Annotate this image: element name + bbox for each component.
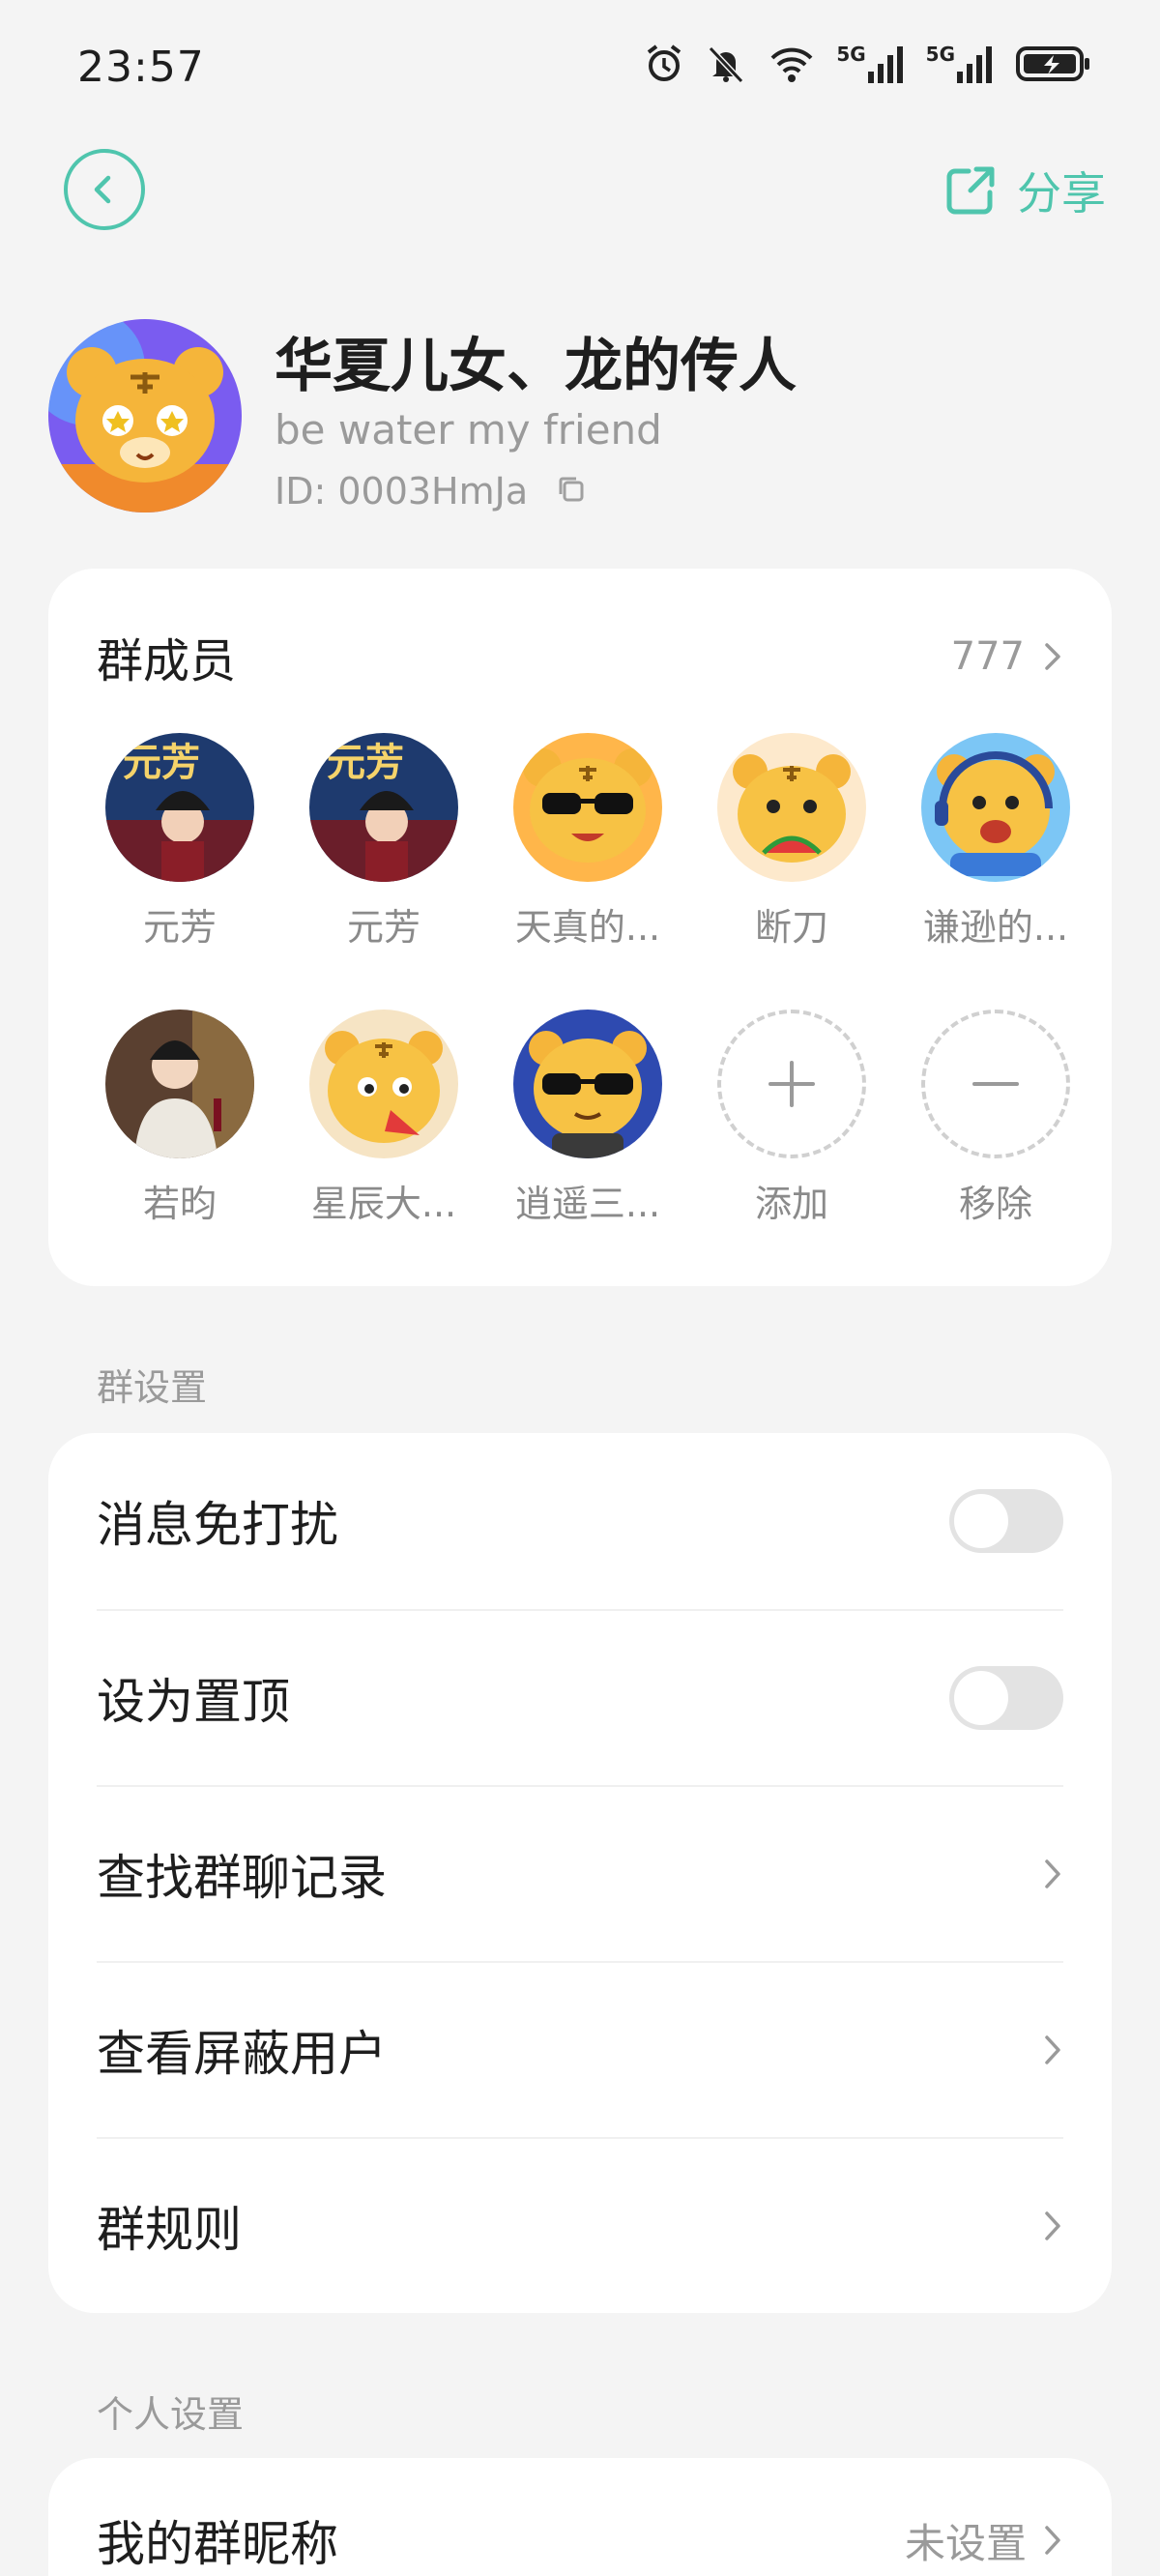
nickname-value: 未设置	[904, 2519, 1027, 2567]
member-name: 逍遥三...	[514, 1183, 661, 1225]
member-name: 断刀	[754, 906, 828, 949]
add-member-label: 添加	[754, 1183, 828, 1225]
member-name: 元芳	[346, 906, 420, 949]
status-time: 23:57	[77, 43, 205, 92]
minus-icon	[972, 1082, 1019, 1086]
member-name: 天真的...	[514, 906, 661, 949]
member-avatar	[513, 733, 662, 882]
group-info-page: 23:57 5G 5G 分享 华夏儿女、龙的传人 be water my fri…	[0, 0, 1160, 2576]
member-item[interactable]: 元芳 元芳	[292, 733, 476, 951]
member-avatar	[513, 1010, 662, 1158]
members-title: 群成员	[97, 634, 237, 688]
remove-member-label: 移除	[958, 1183, 1032, 1225]
mute-toggle[interactable]	[949, 1489, 1063, 1553]
member-avatar	[921, 733, 1070, 882]
personal-settings-card: 我的群昵称 未设置	[48, 2458, 1112, 2576]
group-name: 华夏儿女、龙的传人	[275, 333, 797, 400]
member-item[interactable]: 星辰大...	[292, 1010, 476, 1227]
wifi-icon	[767, 43, 817, 85]
svg-text:元芳: 元芳	[123, 741, 200, 785]
personal-settings-title: 个人设置	[97, 2393, 245, 2436]
pin-row: 设为置顶	[97, 1609, 1063, 1785]
group-rules-row[interactable]: 群规则	[97, 2137, 1063, 2313]
member-name: 元芳	[142, 906, 217, 949]
search-history-label: 查找群聊记录	[97, 1850, 387, 1906]
remove-circle	[921, 1010, 1070, 1158]
member-avatar	[717, 733, 866, 882]
chevron-left-icon	[94, 175, 111, 204]
member-avatar: 元芳	[105, 733, 254, 882]
status-bar: 23:57 5G 5G	[0, 0, 1160, 135]
member-item[interactable]: 谦逊的...	[904, 733, 1088, 951]
member-name: 若昀	[142, 1183, 217, 1225]
group-id-row: ID: 0003HmJa	[275, 470, 588, 512]
toggle-knob	[954, 1671, 1008, 1725]
chevron-right-icon	[1045, 2211, 1060, 2240]
group-settings-title: 群设置	[97, 1366, 208, 1409]
add-circle	[717, 1010, 866, 1158]
member-avatar	[105, 1010, 254, 1158]
chevron-right-icon	[1045, 2035, 1060, 2064]
group-rules-label: 群规则	[97, 2202, 242, 2258]
nickname-row[interactable]: 我的群昵称 未设置	[97, 2458, 1063, 2576]
toggle-knob	[954, 1494, 1008, 1548]
nickname-label: 我的群昵称	[97, 2516, 338, 2572]
group-settings-card: 消息免打扰 设为置顶 查找群聊记录 查看屏蔽用户 群规则	[48, 1433, 1112, 2313]
copy-icon[interactable]	[555, 473, 588, 510]
member-item[interactable]: 断刀	[700, 733, 884, 951]
share-button[interactable]: 分享	[942, 159, 1106, 222]
add-member-button[interactable]: 添加	[700, 1010, 884, 1227]
members-count-link[interactable]: 777	[951, 634, 1063, 679]
mute-label: 消息免打扰	[97, 1497, 338, 1553]
chevron-right-icon	[1045, 2526, 1060, 2555]
member-item[interactable]: 天真的...	[496, 733, 680, 951]
search-history-row[interactable]: 查找群聊记录	[97, 1785, 1063, 1961]
chevron-right-icon	[1045, 643, 1060, 670]
member-item[interactable]: 若昀	[88, 1010, 272, 1227]
blocked-users-label: 查看屏蔽用户	[97, 2026, 387, 2082]
svg-text:元芳: 元芳	[327, 741, 404, 785]
member-name: 谦逊的...	[922, 906, 1069, 949]
signal-icon-2: 5G	[926, 43, 996, 85]
network-type-1: 5G	[836, 43, 866, 66]
members-count: 777	[950, 634, 1025, 679]
nickname-right: 未设置	[905, 2511, 1063, 2570]
back-button[interactable]	[64, 149, 145, 230]
group-avatar[interactable]	[48, 319, 242, 512]
alarm-icon	[643, 43, 685, 85]
pin-toggle[interactable]	[949, 1666, 1063, 1730]
share-icon	[946, 166, 995, 215]
battery-charging-icon	[1015, 43, 1092, 85]
member-name: 星辰大...	[310, 1183, 457, 1225]
member-item[interactable]: 逍遥三...	[496, 1010, 680, 1227]
status-icons: 5G 5G	[643, 43, 1092, 85]
member-avatar	[309, 1010, 458, 1158]
member-avatar: 元芳	[309, 733, 458, 882]
member-item[interactable]: 元芳 元芳	[88, 733, 272, 951]
blocked-users-row[interactable]: 查看屏蔽用户	[97, 1961, 1063, 2137]
remove-member-button[interactable]: 移除	[904, 1010, 1088, 1227]
signal-icon-1: 5G	[836, 43, 906, 85]
mute-bell-icon	[705, 43, 747, 85]
group-motto: be water my friend	[275, 406, 662, 454]
pin-label: 设为置顶	[97, 1674, 290, 1730]
members-card: 群成员 777 元芳 元芳 元芳 元芳 天真的... 断刀 谦逊的... 若昀 …	[48, 569, 1112, 1286]
members-header[interactable]: 群成员 777	[97, 623, 1063, 690]
chevron-right-icon	[1045, 1859, 1060, 1888]
network-type-2: 5G	[925, 43, 955, 66]
plus-icon	[768, 1061, 815, 1107]
mute-row: 消息免打扰	[97, 1433, 1063, 1609]
group-id: ID: 0003HmJa	[275, 470, 529, 512]
share-label: 分享	[1017, 167, 1106, 220]
